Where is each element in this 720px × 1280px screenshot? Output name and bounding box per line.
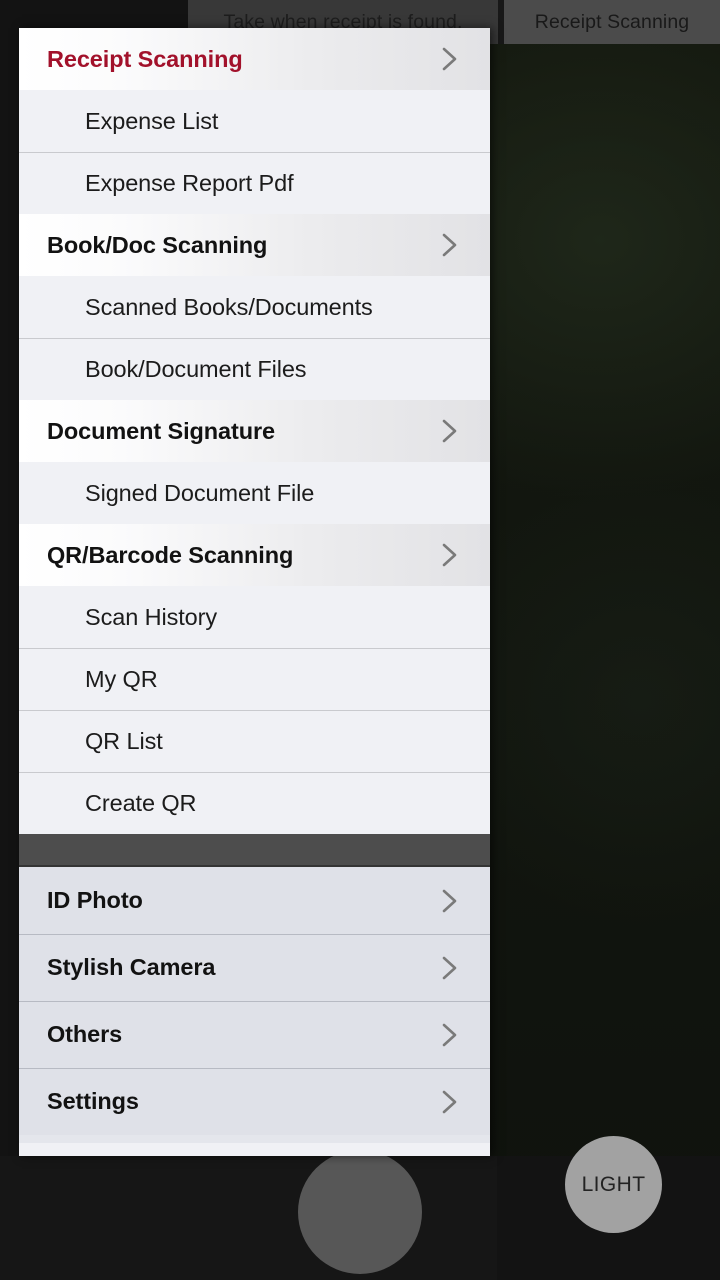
app-screen: Take when receipt is found. Receipt Scan… [0,0,720,1280]
drawer-item-expense-list[interactable]: Expense List [19,90,490,152]
mode-tab-receipt-scanning[interactable]: Receipt Scanning [504,0,720,44]
mode-tab-label: Receipt Scanning [534,10,690,33]
drawer-item-label: Scanned Books/Documents [85,293,373,320]
drawer-item-label: Create QR [85,789,197,816]
chevron-right-icon [440,953,460,983]
chevron-right-icon [440,44,460,74]
drawer-item-label: Expense Report Pdf [85,169,294,196]
drawer-entry-label: Stylish Camera [47,954,216,980]
drawer-group-header-qr-barcode-scanning[interactable]: QR/Barcode Scanning [19,524,490,586]
navigation-drawer[interactable]: Receipt Scanning Expense List Expense Repo… [19,28,490,1156]
drawer-item-qr-list[interactable]: QR List [19,710,490,772]
drawer-entry-label: Settings [47,1088,139,1114]
chevron-right-icon [440,230,460,260]
drawer-item-create-qr[interactable]: Create QR [19,772,490,834]
drawer-item-my-qr[interactable]: My QR [19,648,490,710]
chevron-right-icon [440,1020,460,1050]
drawer-entry-settings[interactable]: Settings [19,1068,490,1135]
drawer-item-scan-history[interactable]: Scan History [19,586,490,648]
drawer-item-expense-report-pdf[interactable]: Expense Report Pdf [19,152,490,214]
drawer-content: Receipt Scanning Expense List Expense Repo… [19,28,490,1143]
drawer-group-header-receipt-scanning[interactable]: Receipt Scanning [19,28,490,90]
drawer-entry-label: ID Photo [47,887,143,913]
drawer-item-label: QR List [85,727,163,754]
light-button[interactable]: LIGHT [565,1136,662,1233]
light-button-label: LIGHT [581,1172,646,1196]
drawer-section-divider [19,834,490,867]
drawer-item-label: Book/Document Files [85,355,307,382]
drawer-item-signed-document-file[interactable]: Signed Document File [19,462,490,524]
drawer-item-label: Scan History [85,603,218,630]
chevron-right-icon [440,540,460,570]
drawer-group-label: QR/Barcode Scanning [47,541,294,568]
drawer-entry-stylish-camera[interactable]: Stylish Camera [19,934,490,1001]
drawer-bottom-filler [19,1135,490,1143]
drawer-group-label: Receipt Scanning [47,45,243,72]
chevron-right-icon [440,416,460,446]
shutter-button[interactable] [298,1150,422,1274]
drawer-entry-others[interactable]: Others [19,1001,490,1068]
drawer-entry-label: Others [47,1021,123,1047]
drawer-entry-id-photo[interactable]: ID Photo [19,867,490,934]
drawer-item-scanned-books-documents[interactable]: Scanned Books/Documents [19,276,490,338]
drawer-group-label: Document Signature [47,417,276,444]
chevron-right-icon [440,886,460,916]
drawer-item-label: Signed Document File [85,479,315,506]
drawer-group-label: Book/Doc Scanning [47,231,268,258]
drawer-item-label: My QR [85,665,158,692]
drawer-group-header-document-signature[interactable]: Document Signature [19,400,490,462]
chevron-right-icon [440,1087,460,1117]
drawer-item-book-document-files[interactable]: Book/Document Files [19,338,490,400]
drawer-item-label: Expense List [85,107,219,134]
drawer-group-header-book-doc-scanning[interactable]: Book/Doc Scanning [19,214,490,276]
